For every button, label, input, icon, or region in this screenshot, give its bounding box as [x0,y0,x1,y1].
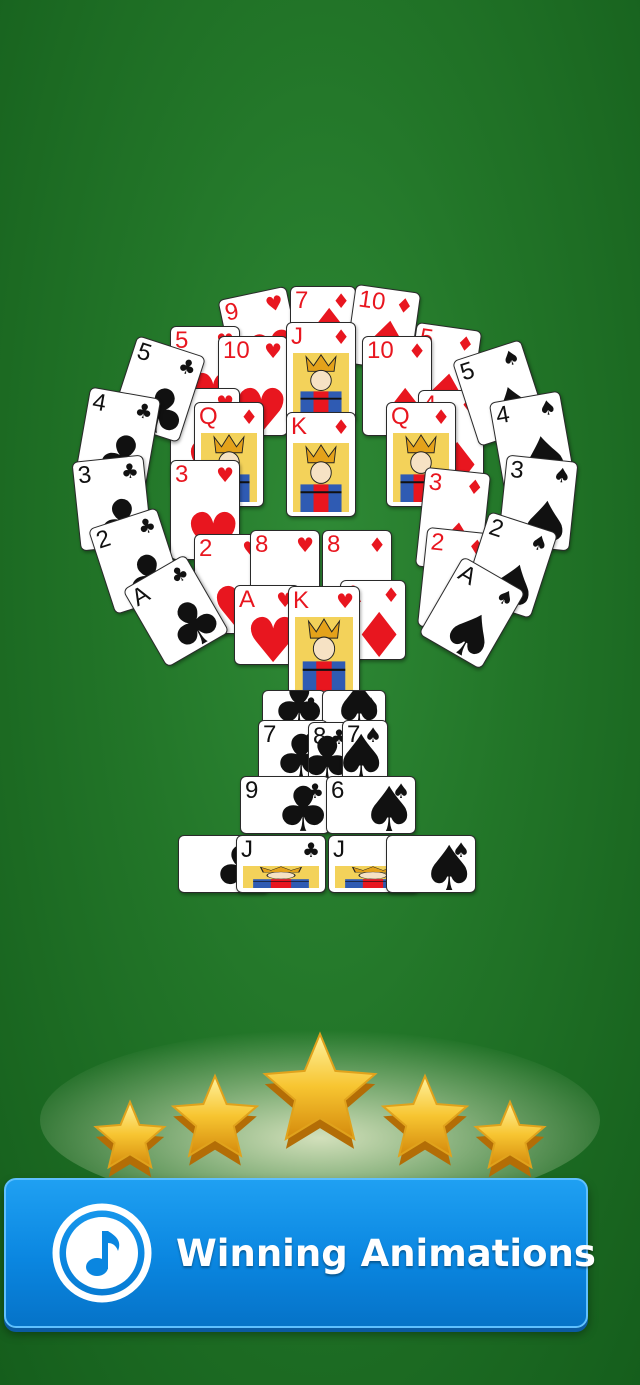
card-suit-icon: ♥ [263,289,286,318]
card-rank: 4 [90,388,109,418]
court-figure-icon [243,866,319,888]
card-rank: 9 [245,777,259,804]
card-suit-icon: ♠ [527,528,552,558]
card-rank: 8 [327,531,341,558]
playing-card: 7♠♠ [342,720,388,782]
court-figure-icon [293,353,349,417]
card-rank: A [453,559,482,591]
card-suit-icon: ♣ [133,397,155,425]
card-suit-icon: ♠ [491,582,519,613]
card-rank: 3 [76,461,93,490]
card-rank: 3 [175,461,189,488]
card-rank: 3 [508,456,526,485]
card-suit-icon: ♣ [302,838,320,862]
card-suit-icon: ♦ [240,405,258,429]
card-suit-icon: ♦ [432,405,450,429]
card-rank: 5 [133,337,155,368]
card-suit-icon: ♠ [421,835,476,893]
playing-card: K ♥ [288,586,360,696]
card-rank: A [127,580,155,612]
card-rank: Q [391,403,410,430]
card-suit-icon: ♦ [368,533,386,557]
card-rank: 2 [429,528,446,557]
card-rank: 5 [456,356,478,387]
card-suit-icon: ♥ [296,533,314,557]
card-rank: J [333,836,345,863]
card-rank: 9 [222,297,242,327]
card-rank: 2 [92,524,114,555]
card-suit-icon: ♦ [464,474,485,500]
card-rank: 10 [223,337,250,364]
card-suit-icon: ♥ [216,463,234,487]
card-rank: Q [199,403,218,430]
card-rank: 2 [485,513,507,544]
card-suit-icon: ♦ [408,339,426,363]
card-suit-icon: ♦ [332,415,350,439]
banner-title: Winning Animations [176,1232,596,1275]
playing-card: J ♣ [236,835,326,893]
playing-card: ♠ ♠ [386,835,476,893]
card-suit-icon: ♠ [343,727,387,782]
feature-banner: Winning Animations [4,1178,596,1328]
card-suit-icon: ♠ [551,462,573,489]
card-rank: 8 [255,531,269,558]
card-rank: 2 [199,535,213,562]
card-rank: K [293,587,310,614]
card-rank: J [241,836,253,863]
card-suit-icon: ♠ [536,394,559,422]
card-suit-icon: ♣ [134,511,159,541]
music-note-icon [52,1203,152,1303]
card-rank: 6 [331,777,345,804]
playing-card: K ♦ [286,412,356,517]
card-suit-icon: ♥ [264,339,282,363]
card-rank: 3 [427,468,444,497]
playing-card: 6 ♠ ♠ [326,776,416,834]
card-suit-icon: ♠ [361,776,416,834]
celebration-stars [40,1030,600,1190]
card-suit-icon: ♦ [332,325,350,349]
card-suit-icon: ♥ [336,589,354,613]
playing-card: 9 ♣ ♣ [240,776,330,834]
card-suit-icon: ♣ [119,458,140,484]
card-rank: 4 [493,400,512,430]
card-rank: 10 [367,337,394,364]
card-suit-icon: ♣ [275,776,330,834]
card-rank: J [291,323,303,350]
card-rank: K [291,413,308,440]
playing-card: J ♦ [286,322,356,422]
card-suit-icon: ♦ [454,330,476,357]
court-figure-icon [293,443,349,512]
card-suit-icon: ♣ [175,352,200,382]
court-figure-icon [295,617,353,691]
card-suit-icon: ♠ [498,343,523,373]
